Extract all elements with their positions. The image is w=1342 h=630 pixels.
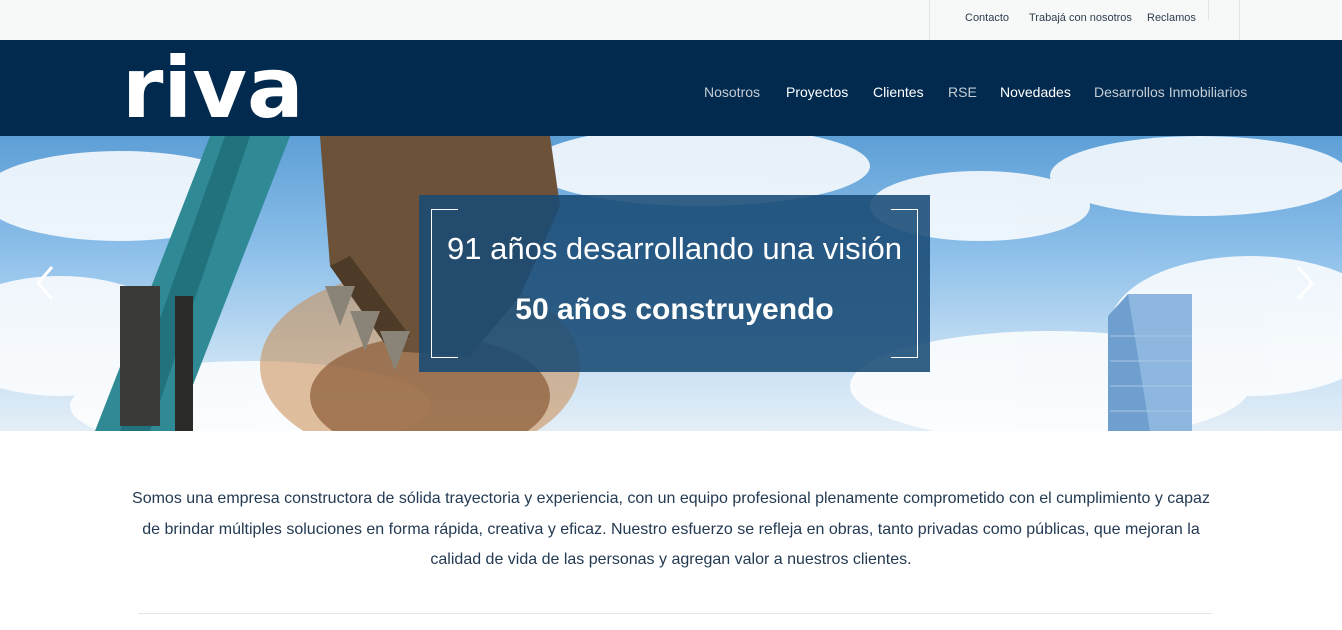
chevron-left-icon (36, 266, 54, 300)
nav-item-nosotros[interactable]: Nosotros (704, 84, 760, 100)
utility-separator (1208, 0, 1209, 20)
intro-paragraph: Somos una empresa constructora de sólida… (132, 490, 1210, 568)
nav-item-novedades[interactable]: Novedades (1000, 84, 1071, 100)
nav-item-proyectos[interactable]: Proyectos (786, 84, 848, 100)
hero-headline: 91 años desarrollando una visión (447, 231, 902, 266)
trabaja-con-nosotros-link[interactable]: Trabajá con nosotros (1029, 12, 1132, 24)
contacto-link[interactable]: Contacto (965, 12, 1009, 24)
nav-item-clientes[interactable]: Clientes (873, 84, 924, 100)
utility-bar: Contacto Trabajá con nosotros Reclamos (0, 0, 1342, 40)
frame-corner-bottom-right (891, 331, 918, 358)
slider-next-button[interactable] (1290, 263, 1320, 303)
riva-logo[interactable]: riva (122, 42, 304, 134)
frame-corner-bottom-left (431, 331, 458, 358)
section-divider (138, 613, 1212, 614)
hero-slider: 91 años desarrollando una visión 50 años… (0, 136, 1342, 431)
hero-caption-box: 91 años desarrollando una visión 50 años… (419, 195, 930, 372)
reclamos-link[interactable]: Reclamos (1147, 12, 1196, 24)
chevron-right-icon (1296, 266, 1314, 300)
main-navbar: riva Nosotros Proyectos Clientes RSE Nov… (0, 40, 1342, 136)
nav-item-desarrollos-inmobiliarios[interactable]: Desarrollos Inmobiliarios (1094, 84, 1247, 100)
slider-prev-button[interactable] (30, 263, 60, 303)
hero-subheadline: 50 años construyendo (515, 293, 834, 326)
nav-item-rse[interactable]: RSE (948, 84, 977, 100)
